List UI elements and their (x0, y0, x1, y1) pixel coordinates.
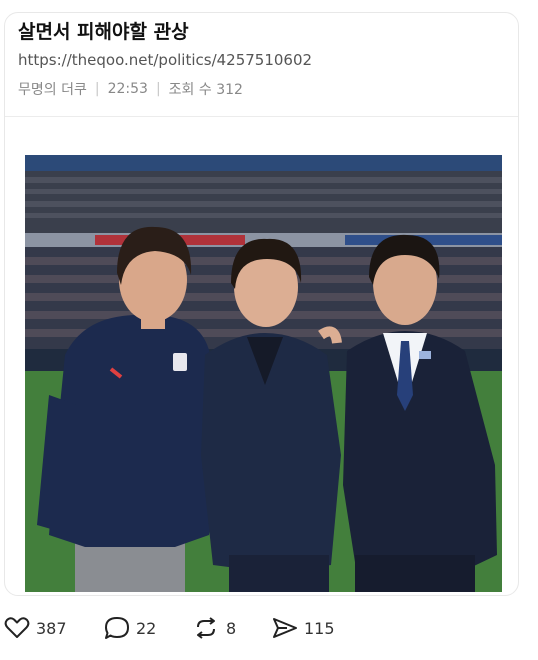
header-divider (5, 116, 518, 117)
meta-separator: | (94, 81, 100, 97)
heart-icon (4, 617, 30, 638)
share-button[interactable]: 115 (272, 616, 335, 640)
view-count: 조회 수 312 (168, 82, 243, 98)
send-icon (273, 618, 297, 638)
post-time: 22:53 (107, 81, 148, 97)
like-button[interactable]: 387 (4, 616, 67, 640)
meta-separator: | (155, 81, 161, 97)
repost-icon (197, 617, 215, 639)
post-image[interactable] (25, 155, 502, 592)
share-count: 115 (304, 618, 335, 638)
post-meta: 무명의 더쿠 | 22:53 | 조회 수 312 (18, 79, 243, 99)
repost-count: 8 (226, 618, 237, 638)
like-count: 387 (36, 618, 67, 638)
author-name: 무명의 더쿠 (18, 82, 87, 98)
comment-bubble-icon (105, 617, 129, 639)
post-title[interactable]: 살면서 피해야할 관상 (18, 17, 189, 44)
repost-button[interactable]: 8 (192, 616, 236, 640)
comment-button[interactable]: 22 (104, 616, 156, 640)
action-bar: 387 22 8 115 (0, 612, 538, 652)
post-card[interactable]: 살면서 피해야할 관상 https://theqoo.net/politics/… (4, 12, 519, 596)
stadium-photo (25, 155, 502, 592)
post-url[interactable]: https://theqoo.net/politics/4257510602 (18, 51, 312, 69)
comment-count: 22 (136, 618, 157, 638)
